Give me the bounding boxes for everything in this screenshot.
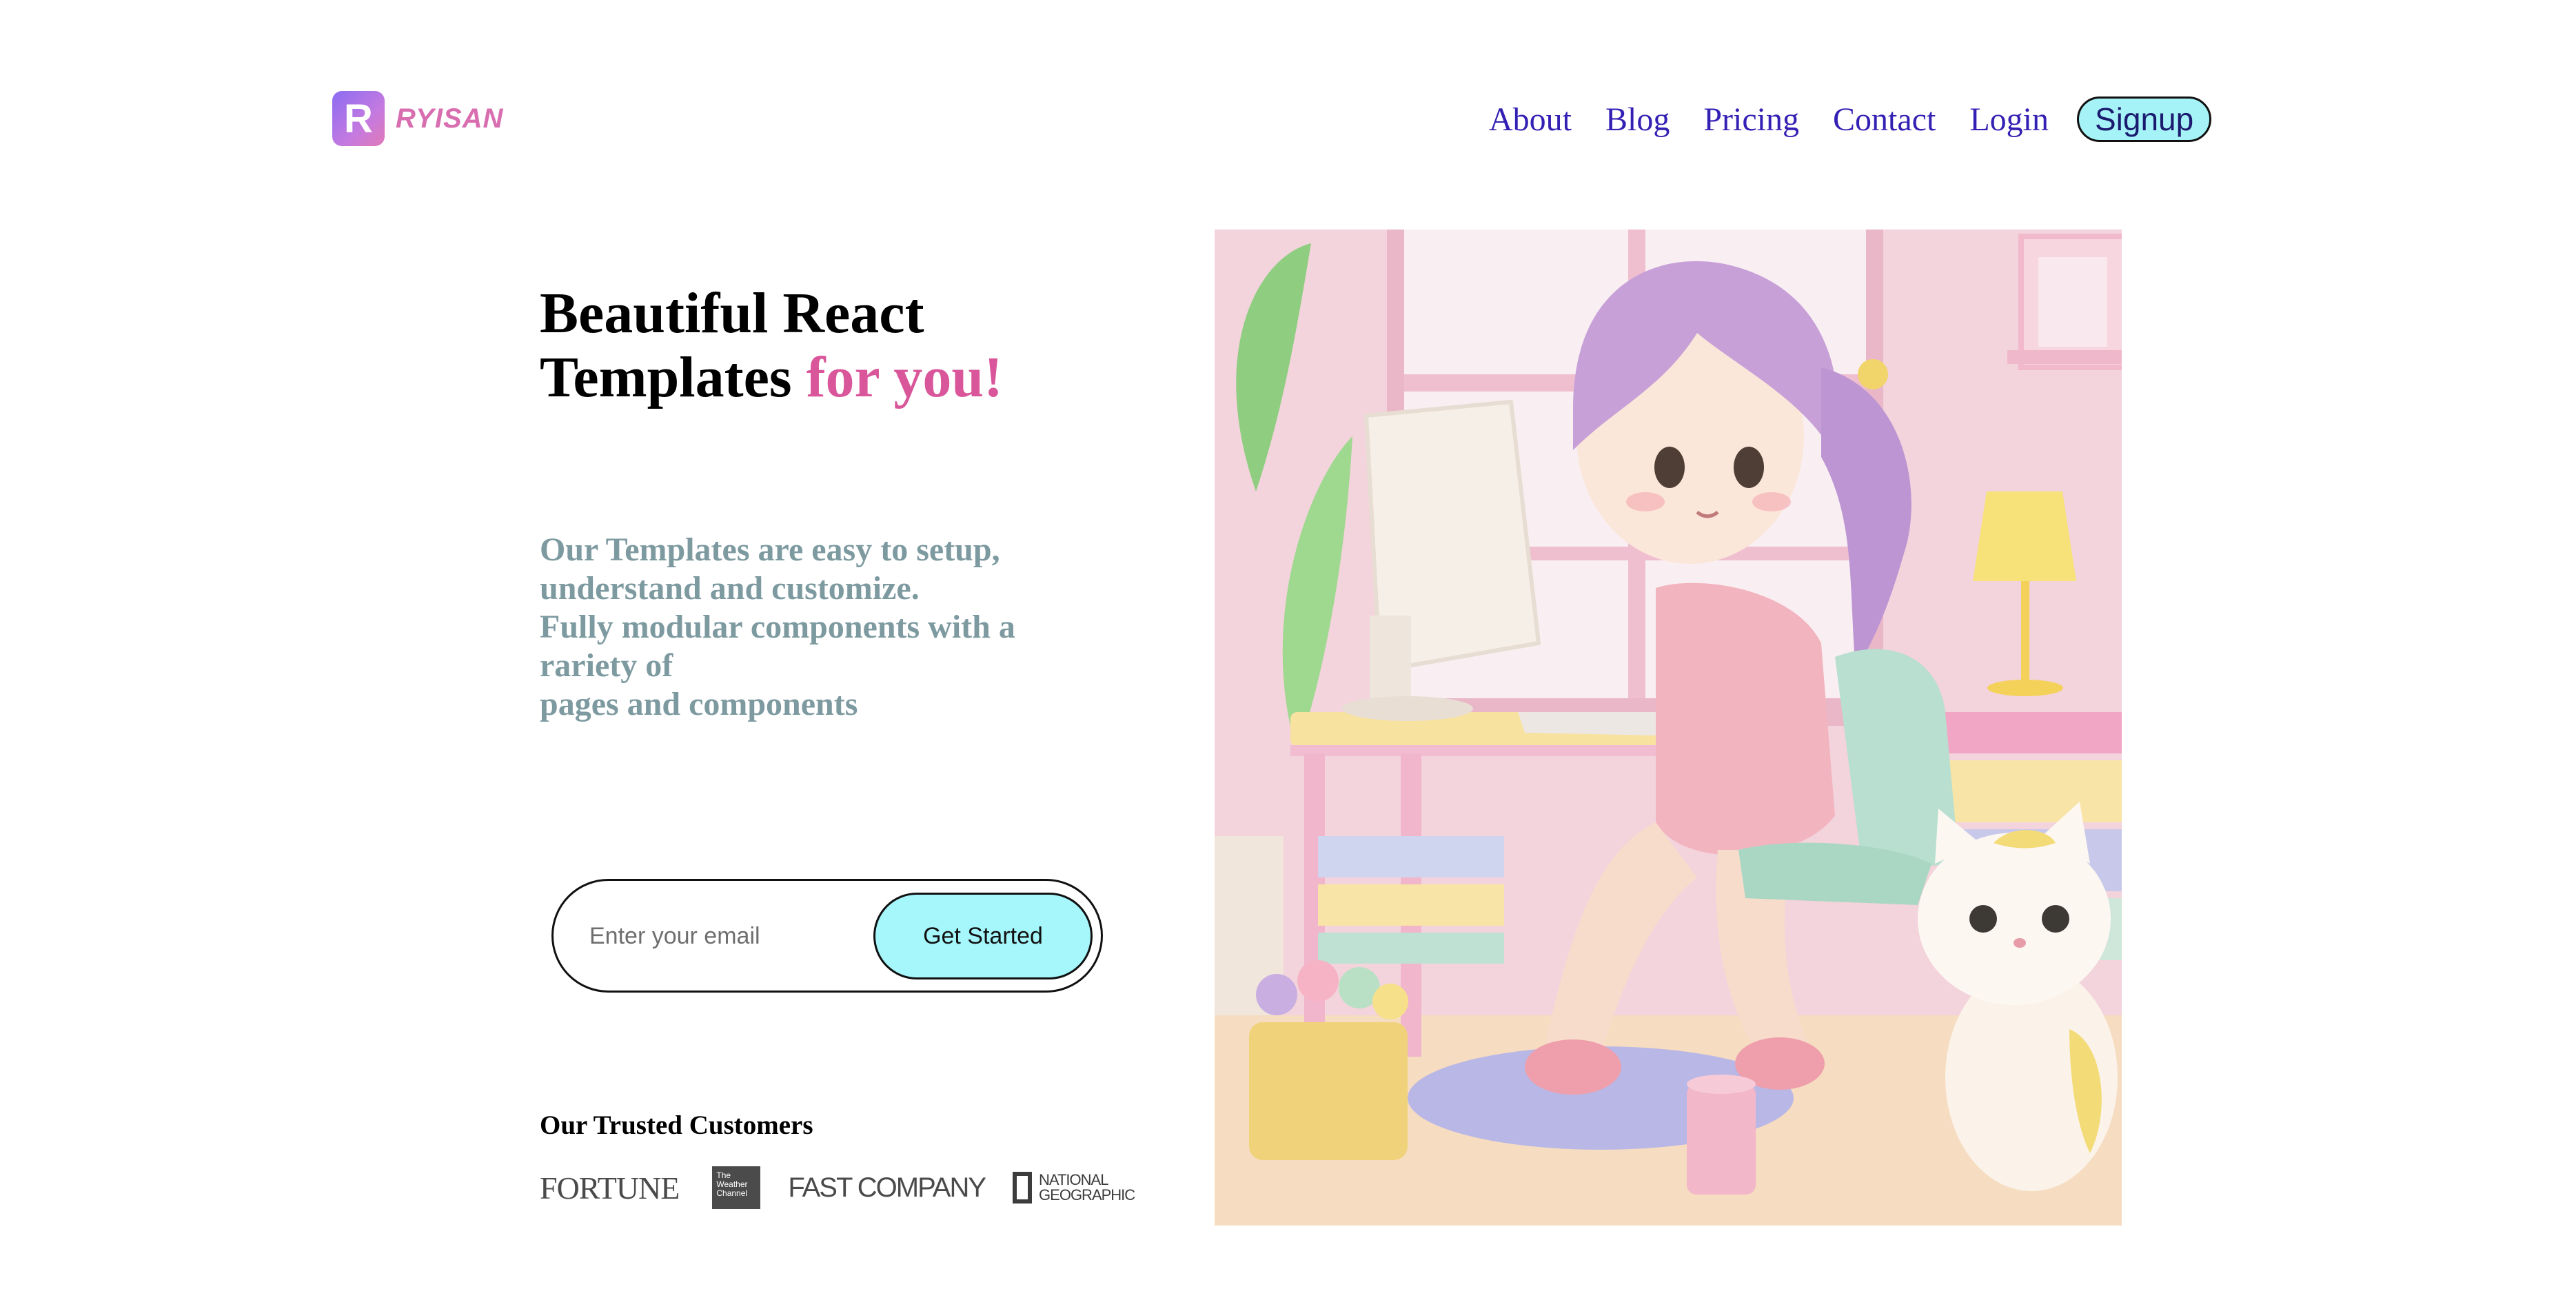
- natgeo-frame-icon: [1013, 1172, 1033, 1203]
- hero-description-line: Fully modular components with a: [540, 609, 1015, 645]
- weather-logo-line: Channel: [716, 1188, 748, 1198]
- hero-title-accent: for you!: [806, 345, 1004, 409]
- natgeo-text: NATIONAL GEOGRAPHIC: [1039, 1172, 1142, 1203]
- signup-button[interactable]: Signup: [2076, 97, 2212, 142]
- email-signup-form: Get Started: [551, 879, 1103, 993]
- nav-contact-link[interactable]: Contact: [1833, 101, 1936, 139]
- email-input[interactable]: [588, 908, 853, 964]
- get-started-button[interactable]: Get Started: [873, 893, 1093, 979]
- national-geographic-logo: NATIONAL GEOGRAPHIC: [1013, 1172, 1142, 1203]
- logo-badge-icon: R: [332, 91, 385, 146]
- fast-company-logo: FAST COMPANY: [788, 1172, 986, 1203]
- fortune-logo: FORTUNE: [540, 1170, 680, 1206]
- hero-description-line: Our Templates are easy to setup,: [540, 531, 1000, 568]
- hero-title: Beautiful React Templates for you!: [540, 281, 1036, 409]
- hero-description-line: pages and components: [540, 686, 858, 722]
- brand-logo[interactable]: R RYISAN: [332, 91, 503, 146]
- hero-description: Our Templates are easy to setup, underst…: [540, 531, 1077, 724]
- girl-at-desk-illustration: [1215, 230, 2122, 1226]
- nav-about-link[interactable]: About: [1489, 101, 1572, 139]
- hero-title-line2: Templates: [540, 345, 807, 409]
- weather-channel-logo: The Weather Channel: [712, 1166, 761, 1209]
- nav-pricing-link[interactable]: Pricing: [1703, 101, 1799, 139]
- logo-text: RYISAN: [396, 103, 504, 134]
- hero-description-line: rariety of: [540, 647, 673, 684]
- hero-description-line: understand and customize.: [540, 570, 920, 607]
- nav-login-link[interactable]: Login: [1969, 101, 2049, 139]
- trusted-customers-title: Our Trusted Customers: [540, 1110, 813, 1140]
- main-nav: About Blog Pricing Contact Login Signup: [1489, 95, 2212, 143]
- basket: [1249, 960, 1408, 1160]
- customer-logos: FORTUNE The Weather Channel FAST COMPANY…: [540, 1165, 1142, 1210]
- hero-title-line1: Beautiful React: [540, 281, 924, 345]
- natgeo-line: GEOGRAPHIC: [1039, 1186, 1135, 1203]
- natgeo-line: NATIONAL: [1039, 1171, 1108, 1188]
- nav-blog-link[interactable]: Blog: [1605, 101, 1670, 139]
